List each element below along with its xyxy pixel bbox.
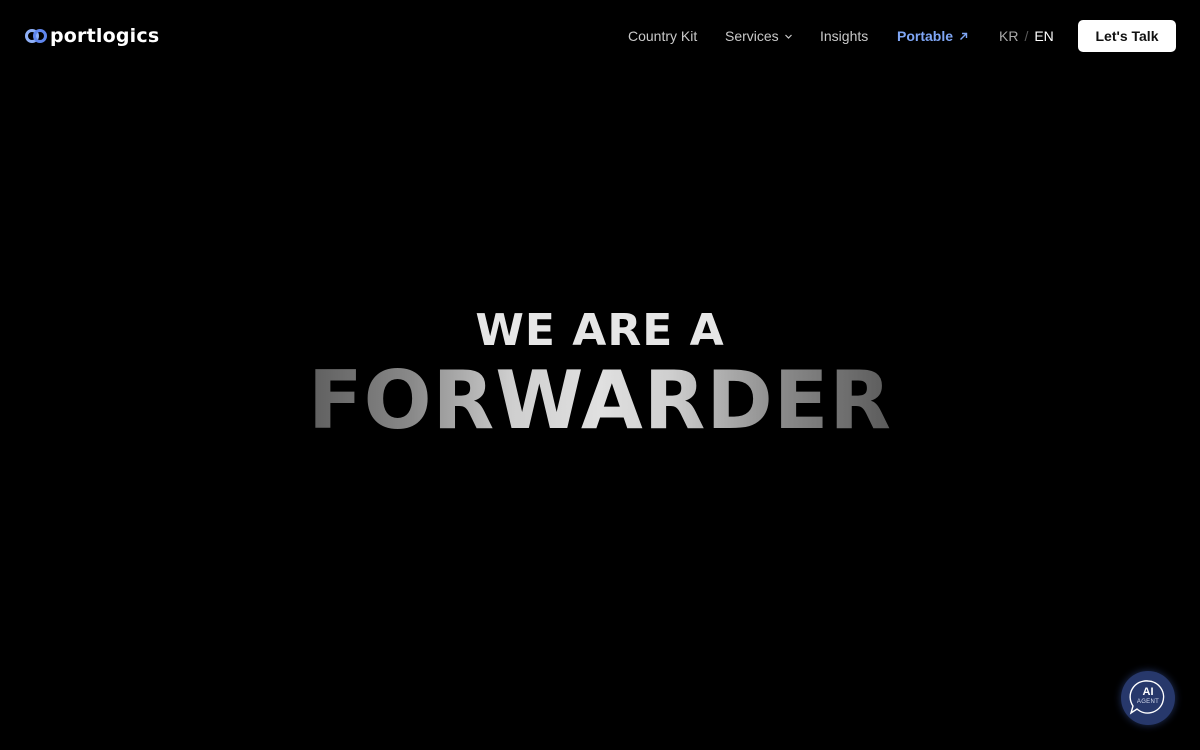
nav-services-label: Services [725, 28, 779, 44]
hero: WE ARE A FORWARDER [0, 300, 1200, 447]
ai-agent-button[interactable]: AI AGENT [1121, 671, 1175, 725]
nav-country-kit[interactable]: Country Kit [628, 26, 697, 46]
hero-heading-line2: FORWARDER [307, 354, 893, 447]
hero-heading-line1: WE ARE A [475, 305, 725, 356]
logo-text: portlogics [50, 25, 160, 47]
page: portlogics Country Kit Services Insights… [0, 0, 1200, 750]
ai-agent-sublabel: AGENT [1136, 699, 1160, 705]
lets-talk-button[interactable]: Let's Talk [1078, 20, 1176, 52]
lang-kr[interactable]: KR [999, 26, 1018, 46]
site-header: portlogics Country Kit Services Insights… [0, 0, 1200, 72]
chevron-down-icon [784, 34, 792, 39]
nav-insights[interactable]: Insights [820, 26, 868, 46]
arrow-up-right-icon [960, 32, 968, 40]
ai-agent-label: AI [1142, 686, 1154, 698]
portlogics-logo-icon [25, 29, 47, 43]
lang-separator: / [1024, 28, 1029, 44]
nav-services[interactable]: Services [725, 26, 793, 46]
nav-portable[interactable]: Portable [897, 26, 968, 46]
language-switcher: KR / EN [999, 26, 1054, 46]
nav-portable-label: Portable [897, 28, 954, 44]
logo[interactable]: portlogics [25, 24, 159, 48]
lang-en[interactable]: EN [1034, 26, 1053, 46]
